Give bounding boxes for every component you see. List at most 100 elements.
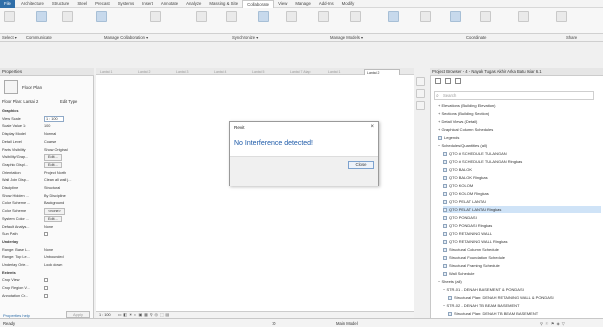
drawing-canvas[interactable]: [96, 75, 414, 311]
browser-item[interactable]: Structural Plan: DENAH TB BEAM BASEMENT: [448, 310, 601, 317]
property-value[interactable]: Edit...: [44, 154, 92, 161]
restore-backup-icon[interactable]: [318, 11, 329, 22]
browser-item[interactable]: + Graphical Column Schedules: [438, 126, 601, 133]
ribbon-tab-steel[interactable]: Steel: [73, 0, 91, 8]
property-value[interactable]: Coarse: [44, 139, 92, 145]
browser-item[interactable]: QTO PELAT LANTAI Ringkas: [443, 206, 601, 213]
browser-item[interactable]: QTO RETAINING WALL Ringkas: [443, 238, 601, 245]
browser-filter-icon[interactable]: [445, 78, 451, 84]
browser-item[interactable]: − STR-02 - DENAH TB BEAM BASEMENT: [443, 302, 601, 309]
browser-item[interactable]: QTO RETAINING WALL: [443, 230, 601, 237]
property-value[interactable]: Project North: [44, 170, 92, 176]
browser-item[interactable]: QTO BALOK: [443, 166, 601, 173]
property-edit-button[interactable]: Edit...: [44, 161, 62, 169]
browser-item[interactable]: QTO BALOK Ringkas: [443, 174, 601, 181]
property-checkbox[interactable]: [44, 286, 48, 291]
ribbon-tab-collaborate[interactable]: Collaborate: [242, 0, 275, 8]
ribbon-tab-modify[interactable]: Modify: [338, 0, 359, 8]
view-scale[interactable]: 1 : 100: [99, 313, 111, 317]
file-tab[interactable]: File: [0, 0, 15, 8]
close-icon[interactable]: ×: [370, 124, 374, 130]
property-value[interactable]: Structural: [44, 185, 92, 191]
property-value[interactable]: Clean all wall j...: [44, 177, 92, 183]
relinquish-icon[interactable]: [258, 11, 269, 22]
modify-tool-icon[interactable]: [4, 11, 15, 22]
property-edit-button[interactable]: Edit...: [44, 154, 62, 161]
coordination-settings-icon[interactable]: [420, 11, 431, 22]
instance-selector[interactable]: Floor Plan: Lantai 2: [2, 99, 38, 104]
browser-item[interactable]: QTO KOLOM Ringkas: [443, 190, 601, 197]
select-panel-label[interactable]: Select ▾: [2, 35, 17, 40]
property-value[interactable]: Look down: [44, 262, 92, 268]
ribbon-tab-add-ins[interactable]: Add-Ins: [315, 0, 338, 8]
show-history-icon[interactable]: [286, 11, 297, 22]
browser-item[interactable]: + Elevations (Building Elevation): [438, 102, 601, 109]
publish-settings-icon[interactable]: [480, 11, 491, 22]
browser-item[interactable]: − Sheets (all): [438, 278, 601, 285]
ribbon-tab-annotate[interactable]: Annotate: [157, 0, 182, 8]
property-value[interactable]: [44, 277, 92, 283]
synchronize-panel-label[interactable]: Synchronize ▾: [232, 35, 258, 40]
browser-item[interactable]: QTO PELAT LANTAI: [443, 198, 601, 205]
ribbon-tab-massing-site[interactable]: Massing & Site: [205, 0, 242, 8]
browser-item[interactable]: QTO KOLOM: [443, 182, 601, 189]
property-value[interactable]: Background: [44, 200, 92, 206]
property-value[interactable]: None: [44, 224, 92, 230]
selection-icons[interactable]: ⚲⚐⚑◈▽: [540, 319, 567, 327]
property-value[interactable]: [44, 231, 92, 237]
property-value[interactable]: Unbounded: [44, 254, 92, 260]
steering-wheel-icon[interactable]: [416, 89, 425, 98]
cloud-icon[interactable]: [556, 11, 567, 22]
zoom-icon[interactable]: [416, 101, 425, 110]
property-checkbox[interactable]: [44, 232, 48, 237]
worksharing-icon[interactable]: [62, 11, 73, 22]
browser-item[interactable]: Legends: [438, 134, 601, 141]
coordination-review-icon[interactable]: [388, 11, 399, 22]
browser-item[interactable]: − STR-01 - DENAH BASEMENT & PONDASI: [443, 286, 601, 293]
browser-item[interactable]: Structural Plan: DENAH RETAINING WALL & …: [448, 294, 601, 301]
type-name[interactable]: Floor Plan: [22, 85, 42, 90]
manage-models-panel-label[interactable]: Manage Models ▾: [330, 35, 363, 40]
view-control-icons[interactable]: ▭◧☀◐▣▦⚲◎⬚▤: [118, 313, 171, 317]
ribbon-tab-analyze[interactable]: Analyze: [182, 0, 205, 8]
browser-item[interactable]: QTO PONDASI: [443, 214, 601, 221]
property-value[interactable]: Show Original: [44, 147, 92, 153]
property-value[interactable]: Edit...: [44, 215, 92, 223]
view-scale-input[interactable]: 1 : 100: [44, 115, 64, 123]
browser-item[interactable]: QTO # SCHEDULE TULANGAN: [443, 150, 601, 157]
copy-monitor-icon[interactable]: [350, 11, 361, 22]
property-checkbox[interactable]: [44, 293, 48, 298]
ribbon-tab-architecture[interactable]: Architecture: [17, 0, 48, 8]
browser-item[interactable]: Structural Column Schedule: [443, 246, 601, 253]
browser-item[interactable]: QTO # SCHEDULE TULANGAN Ringkas: [443, 158, 601, 165]
editing-requests-icon[interactable]: [36, 11, 47, 22]
property-value[interactable]: Normal: [44, 131, 92, 137]
property-edit-button[interactable]: <none>: [44, 208, 65, 215]
property-checkbox[interactable]: [44, 278, 48, 283]
browser-organize-icon[interactable]: [435, 78, 441, 84]
active-model[interactable]: Main Model: [336, 319, 358, 327]
close-button[interactable]: Close: [348, 161, 374, 169]
browser-item[interactable]: Structural Framing Schedule: [443, 262, 601, 269]
property-value[interactable]: 1 : 100: [44, 115, 92, 123]
manage-collaboration-panel-label[interactable]: Manage Collaboration ▾: [104, 35, 148, 40]
browser-search-input[interactable]: Search: [434, 91, 594, 100]
property-value[interactable]: Edit...: [44, 161, 92, 169]
ribbon-tab-insert[interactable]: Insert: [138, 0, 157, 8]
edit-type-button[interactable]: Edit Type: [60, 99, 77, 104]
view-cube-icon[interactable]: [416, 77, 425, 86]
property-value[interactable]: 100: [44, 123, 92, 129]
browser-item[interactable]: Wall Schedule: [443, 270, 601, 277]
ribbon-tab-precast[interactable]: Precast: [91, 0, 114, 8]
browser-item[interactable]: QTO PONDASI Ringkas: [443, 222, 601, 229]
reload-latest-icon[interactable]: [226, 11, 237, 22]
property-value[interactable]: [44, 285, 92, 291]
interference-check-icon[interactable]: [450, 11, 461, 22]
ribbon-tab-view[interactable]: View: [274, 0, 291, 8]
browser-item[interactable]: + Detail Views (Detail): [438, 118, 601, 125]
property-value[interactable]: <none>: [44, 208, 92, 215]
apply-button[interactable]: Apply: [66, 311, 90, 318]
property-edit-button[interactable]: Edit...: [44, 215, 62, 223]
ribbon-tab-systems[interactable]: Systems: [114, 0, 138, 8]
property-value[interactable]: None: [44, 247, 92, 253]
